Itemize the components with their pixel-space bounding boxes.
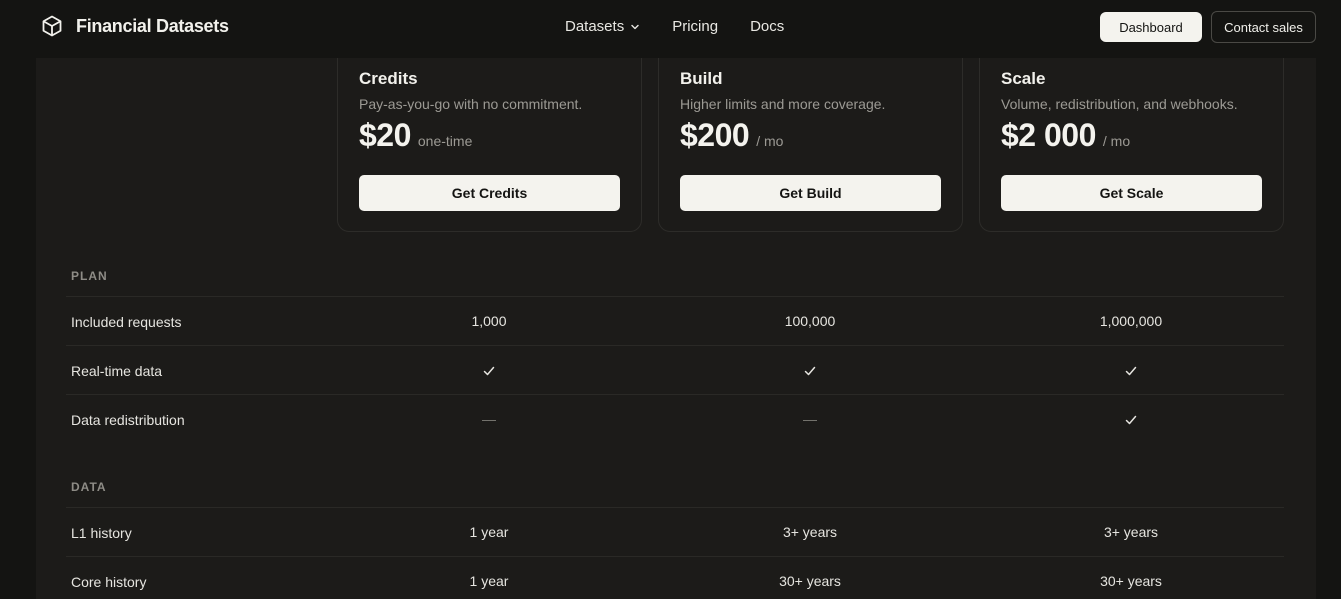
main-nav: Datasets Pricing Docs: [565, 18, 784, 35]
value-cell: 1 year: [469, 573, 509, 589]
plan-price: $200 / mo: [680, 117, 783, 154]
value-cell: 100,000: [784, 313, 836, 329]
price-amount: $20: [359, 117, 411, 153]
plan-description: Higher limits and more coverage.: [680, 96, 886, 112]
get-scale-button[interactable]: Get Scale: [1001, 175, 1262, 211]
nav-pricing[interactable]: Pricing: [672, 18, 718, 35]
chevron-down-icon: [631, 24, 639, 29]
nav-datasets-label: Datasets: [565, 18, 625, 35]
value-cell: 1,000,000: [1099, 313, 1163, 329]
row-label: Included requests: [71, 314, 182, 330]
included-cell: [710, 362, 910, 378]
table-row: L1 history 1 year 3+ years 3+ years: [66, 507, 1284, 556]
plan-price: $20 one-time: [359, 117, 472, 154]
check-icon: [1124, 362, 1138, 378]
price-unit: one-time: [417, 133, 473, 149]
nav-datasets[interactable]: Datasets: [565, 18, 640, 35]
table-row: Data redistribution — —: [66, 394, 1284, 443]
value-cell: 30+ years: [779, 573, 841, 589]
check-icon: [803, 362, 817, 378]
dashboard-button[interactable]: Dashboard: [1100, 12, 1202, 42]
value-cell: 30+ years: [1100, 573, 1162, 589]
pricing-panel: Credits Pay-as-you-go with no commitment.…: [36, 38, 1316, 599]
price-amount: $200: [680, 117, 750, 153]
table-row: Included requests 1,000 100,000 1,000,000: [66, 296, 1284, 345]
not-included-cell: —: [482, 411, 496, 427]
section-title-plan: PLAN: [71, 269, 108, 283]
price-unit: / mo: [756, 133, 784, 149]
plan-name: Scale: [1001, 69, 1046, 88]
row-label: L1 history: [71, 525, 132, 541]
price-unit: / mo: [1102, 133, 1131, 149]
included-cell: [1031, 411, 1231, 427]
value-cell: 1,000: [471, 313, 507, 329]
included-cell: [1031, 362, 1231, 378]
plan-description: Volume, redistribution, and webhooks.: [1001, 96, 1238, 112]
nav-docs-label: Docs: [750, 18, 785, 35]
brand-name: Financial Datasets: [76, 15, 229, 36]
plan-name: Credits: [359, 69, 418, 88]
plan-price: $2 000 / mo: [1001, 117, 1130, 154]
plan-card-credits: Credits Pay-as-you-go with no commitment.…: [337, 38, 642, 232]
row-label: Core history: [71, 574, 147, 590]
nav-pricing-label: Pricing: [672, 18, 719, 35]
section-title-data: DATA: [71, 480, 107, 494]
included-cell: [389, 362, 589, 378]
cube-icon: [42, 15, 62, 37]
nav-docs[interactable]: Docs: [750, 18, 784, 35]
check-icon: [482, 362, 496, 378]
row-label: Data redistribution: [71, 412, 185, 428]
plan-card-build: Build Higher limits and more coverage. $20…: [658, 38, 963, 232]
contact-sales-button[interactable]: Contact sales: [1211, 11, 1316, 43]
top-navbar: Financial Datasets Datasets Pricing Docs…: [0, 0, 1341, 58]
table-row: Core history 1 year 30+ years 30+ years: [66, 556, 1284, 599]
value-cell: 3+ years: [782, 524, 838, 540]
get-build-button[interactable]: Get Build: [680, 175, 941, 211]
get-credits-button[interactable]: Get Credits: [359, 175, 620, 211]
brand[interactable]: Financial Datasets: [40, 14, 229, 38]
value-cell: 1 year: [469, 524, 509, 540]
row-label: Real-time data: [71, 363, 163, 379]
check-icon: [1124, 411, 1138, 427]
plan-description: Pay-as-you-go with no commitment.: [359, 96, 583, 112]
value-cell: 3+ years: [1103, 524, 1159, 540]
table-row: Real-time data: [66, 345, 1284, 394]
plan-name: Build: [680, 69, 723, 88]
plan-card-scale: Scale Volume, redistribution, and webhook…: [979, 38, 1284, 232]
price-amount: $2 000: [1001, 117, 1096, 153]
not-included-cell: —: [803, 411, 817, 427]
